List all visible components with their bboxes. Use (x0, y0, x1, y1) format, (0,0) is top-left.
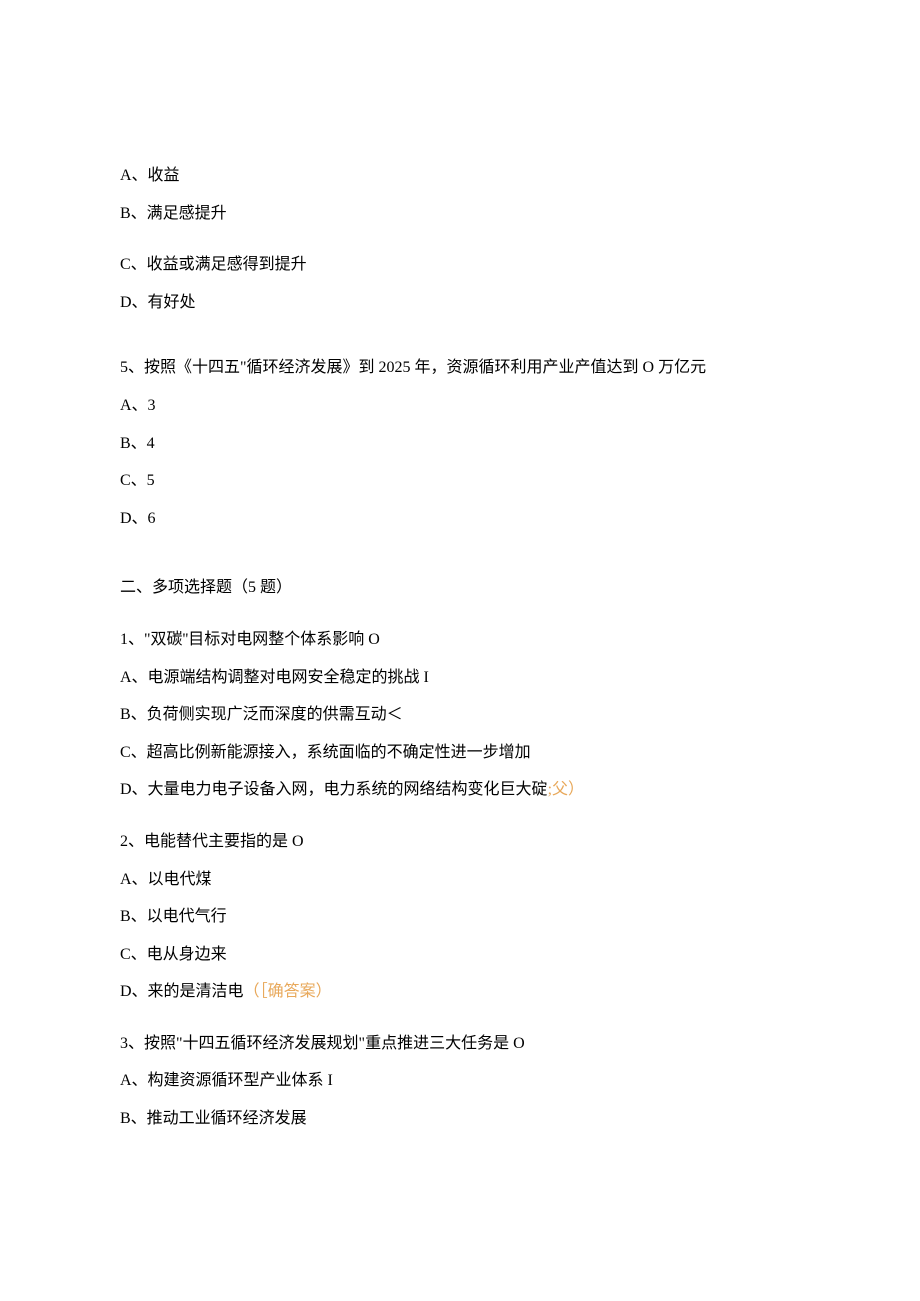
m1-option-c: C、超高比例新能源接入，系统面临的不确定性进一步增加 (120, 736, 800, 770)
m2-option-a: A、以电代煤 (120, 863, 800, 897)
m2-option-d: D、来的是清洁电（［确答案） (120, 975, 800, 1009)
section-2-title: 二、多项选择题（5 题） (120, 571, 800, 605)
q5-stem: 5、按照《十四五"循环经济发展》到 2025 年，资源循环利用产业产值达到 O … (120, 351, 800, 385)
m2-option-d-mark: （［确答案） (244, 983, 332, 1000)
m1-option-d-text: D、大量电力电子设备入网，电力系统的网络结构变化巨大碇 (120, 781, 548, 798)
q4-option-d: D、有好处 (120, 286, 800, 320)
q4-option-c: C、收益或满足感得到提升 (120, 248, 800, 282)
q4-option-b: B、满足感提升 (120, 197, 800, 231)
m1-option-d: D、大量电力电子设备入网，电力系统的网络结构变化巨大碇;父） (120, 773, 800, 807)
m1-stem: 1、"双碳''目标对电网整个体系影响 O (120, 623, 800, 657)
q5-option-a: A、3 (120, 389, 800, 423)
m1-option-d-mark: ;父） (548, 781, 584, 798)
m2-option-d-text: D、来的是清洁电 (120, 983, 244, 1000)
m2-option-c: C、电从身边来 (120, 938, 800, 972)
q5-option-c: C、5 (120, 464, 800, 498)
q5-option-b: B、4 (120, 427, 800, 461)
q4-option-a: A、收益 (120, 159, 800, 193)
m3-option-b: B、推动工业循环经济发展 (120, 1102, 800, 1136)
q5-option-d: D、6 (120, 502, 800, 536)
m3-option-a: A、构建资源循环型产业体系 I (120, 1064, 800, 1098)
m1-option-b: B、负荷侧实现广泛而深度的供需互动＜ (120, 698, 800, 732)
document-page: A、收益 B、满足感提升 C、收益或满足感得到提升 D、有好处 5、按照《十四五… (0, 0, 920, 1200)
m2-option-b: B、以电代气行 (120, 900, 800, 934)
m2-stem: 2、电能替代主要指的是 O (120, 825, 800, 859)
m1-option-a: A、电源端结构调整对电网安全稳定的挑战 I (120, 661, 800, 695)
m3-stem: 3、按照"十四五循环经济发展规划"重点推进三大任务是 O (120, 1027, 800, 1061)
